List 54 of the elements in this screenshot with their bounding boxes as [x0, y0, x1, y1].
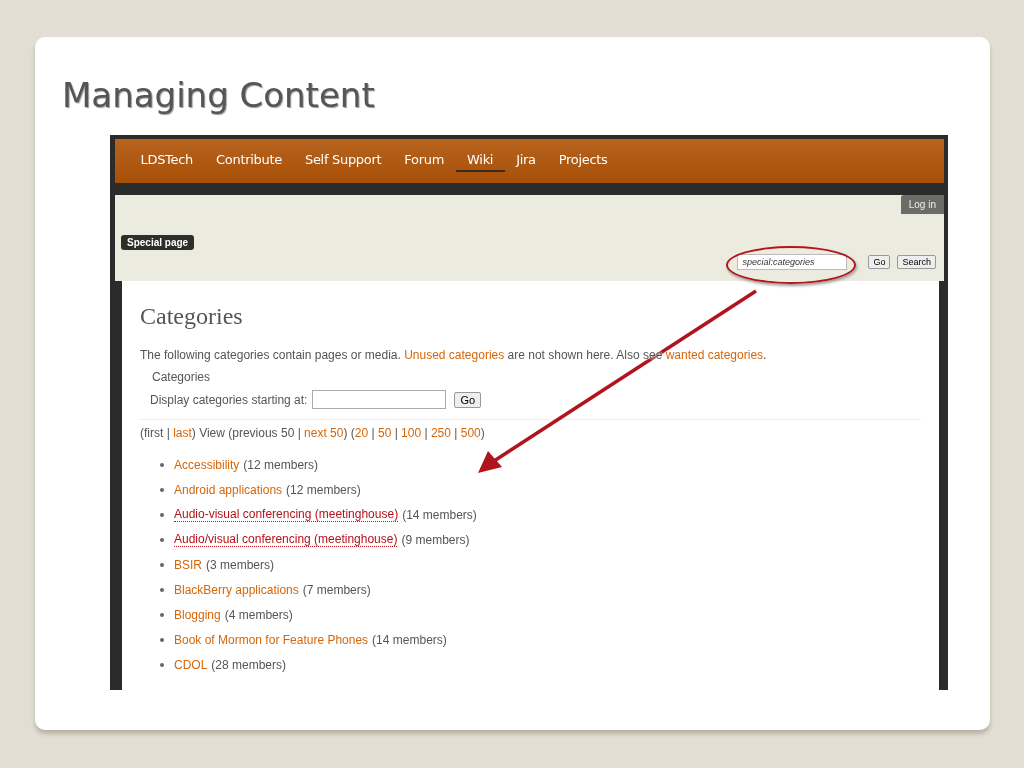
bullet-icon [160, 612, 164, 617]
nav-link[interactable]: LDSTech [129, 150, 205, 172]
nav-link[interactable]: Forum [392, 150, 456, 172]
paging-link[interactable]: 50 [377, 426, 392, 440]
bullet-icon [160, 587, 164, 592]
login-tab[interactable]: Log in [900, 195, 944, 214]
paging-link[interactable]: last [173, 426, 192, 440]
slide-title: Managing Content [62, 74, 376, 117]
field-label: Display categories starting at: [150, 392, 308, 407]
bullet-icon [160, 487, 164, 492]
member-count: (12 members) [286, 482, 361, 497]
nav-link[interactable]: Self Support [293, 150, 393, 172]
member-count: (3 members) [206, 557, 275, 572]
member-count: (28 members) [211, 657, 287, 672]
category-link[interactable]: Audio/visual conferencing (meetinghouse) [174, 532, 398, 547]
page-heading: Categories [140, 303, 244, 330]
category-link[interactable]: BlackBerry applications [174, 582, 299, 597]
go-button[interactable]: Go [454, 391, 482, 408]
member-count: (14 members) [402, 507, 477, 522]
paging-link[interactable]: 100 [401, 426, 422, 440]
category-link[interactable]: BSIR [174, 557, 202, 572]
nav-link[interactable]: Projects [547, 150, 620, 172]
category-link[interactable]: Android applications [174, 482, 283, 497]
paging-link[interactable]: 500 [460, 426, 481, 440]
member-count: (9 members) [401, 532, 470, 547]
nav-link[interactable]: Wiki [455, 150, 505, 172]
member-count: (14 members) [372, 632, 447, 647]
paging-link[interactable]: 250 [430, 426, 451, 440]
bullet-icon [160, 512, 164, 517]
category-link[interactable]: Blogging [174, 607, 221, 622]
page-type-badge: Special page [121, 235, 195, 250]
nav-link[interactable]: Contribute [204, 150, 294, 172]
member-count: (7 members) [302, 582, 371, 597]
category-link[interactable]: Accessibility [174, 457, 240, 472]
category-link[interactable]: CDOL [174, 657, 208, 672]
text-link[interactable]: Unused categories [404, 348, 505, 362]
category-link[interactable]: Book of Mormon for Feature Phones [174, 632, 369, 647]
search-button[interactable]: Search [897, 255, 936, 269]
start-field[interactable] [312, 390, 447, 409]
member-count: (4 members) [224, 607, 293, 622]
paging-link[interactable]: 20 [354, 426, 369, 440]
search-field[interactable]: special:categories [737, 254, 848, 270]
nav-link[interactable]: Jira [504, 150, 548, 172]
paging-link[interactable]: next 50 [304, 426, 344, 440]
bullet-icon [160, 662, 164, 667]
bullet-icon [160, 462, 164, 467]
paging-text: (first | last) View (previous 50 | next 50) (20 | 50 | 100 | 250 | 500) [140, 419, 921, 440]
form-legend: Categories [150, 370, 921, 384]
member-count: (12 members) [243, 457, 319, 472]
bullet-icon [160, 537, 164, 542]
search-button[interactable]: Go [868, 255, 891, 269]
bullet-icon [160, 637, 164, 642]
category-link[interactable]: Audio-visual conferencing (meetinghouse) [174, 507, 399, 522]
bullet-icon [160, 562, 164, 567]
